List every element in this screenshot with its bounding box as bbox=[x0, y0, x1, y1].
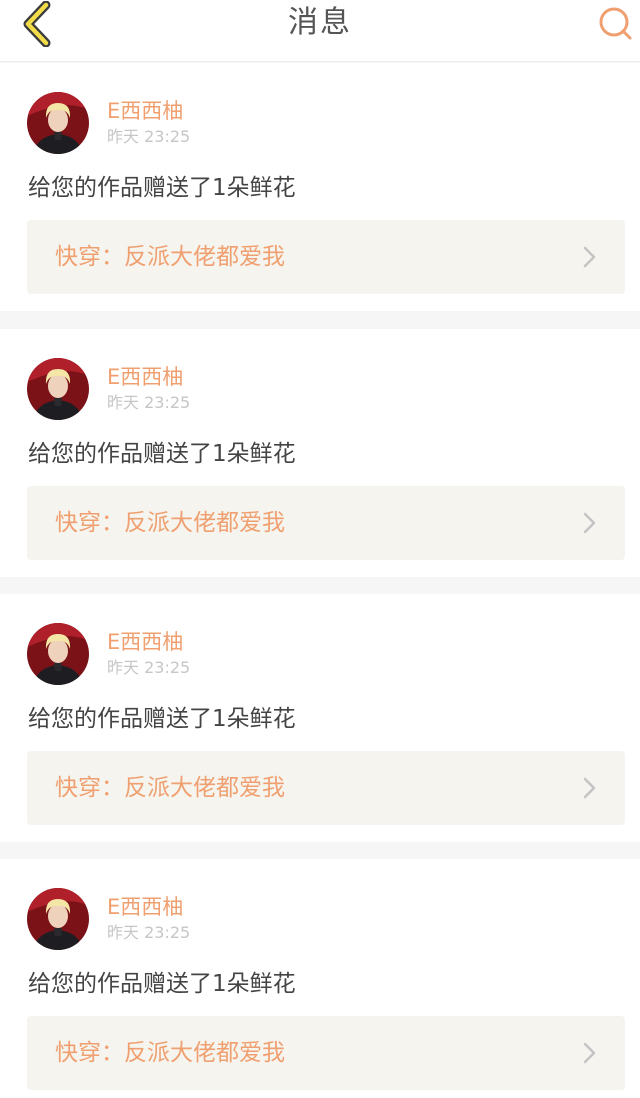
sender-name[interactable]: E西西柚 bbox=[107, 893, 183, 921]
message-time: 昨天 23:25 bbox=[107, 923, 191, 942]
work-link[interactable]: 快穿：反派大佬都爱我 bbox=[27, 1016, 625, 1090]
sender-name[interactable]: E西西柚 bbox=[107, 628, 183, 656]
work-title: 快穿：反派大佬都爱我 bbox=[55, 510, 285, 536]
message-time: 昨天 23:25 bbox=[107, 127, 191, 146]
chevron-right-icon bbox=[583, 246, 596, 268]
message-text: 给您的作品赠送了1朵鲜花 bbox=[28, 971, 296, 997]
avatar-image bbox=[27, 358, 89, 420]
avatar[interactable] bbox=[27, 92, 89, 154]
message-text: 给您的作品赠送了1朵鲜花 bbox=[28, 175, 296, 201]
message-time: 昨天 23:25 bbox=[107, 658, 191, 677]
avatar-image bbox=[27, 888, 89, 950]
message-text: 给您的作品赠送了1朵鲜花 bbox=[28, 706, 296, 732]
message-card: E西西柚 昨天 23:25 给您的作品赠送了1朵鲜花 快穿：反派大佬都爱我 bbox=[0, 63, 640, 311]
work-title: 快穿：反派大佬都爱我 bbox=[55, 1040, 285, 1066]
work-link[interactable]: 快穿：反派大佬都爱我 bbox=[27, 486, 625, 560]
search-icon bbox=[599, 7, 632, 40]
avatar-image bbox=[27, 92, 89, 154]
avatar-image bbox=[27, 623, 89, 685]
message-card: E西西柚 昨天 23:25 给您的作品赠送了1朵鲜花 快穿：反派大佬都爱我 bbox=[0, 594, 640, 842]
message-time: 昨天 23:25 bbox=[107, 393, 191, 412]
chevron-right-icon bbox=[583, 1042, 596, 1064]
avatar[interactable] bbox=[27, 623, 89, 685]
work-link[interactable]: 快穿：反派大佬都爱我 bbox=[27, 751, 625, 825]
sender-name[interactable]: E西西柚 bbox=[107, 363, 183, 391]
work-link[interactable]: 快穿：反派大佬都爱我 bbox=[27, 220, 625, 294]
work-title: 快穿：反派大佬都爱我 bbox=[55, 244, 285, 270]
message-text: 给您的作品赠送了1朵鲜花 bbox=[28, 441, 296, 467]
messages-screen: 消息 E西西柚 昨天 23:25 给您的作品赠送了1朵鲜花 快穿：反派大佬都爱我 bbox=[0, 0, 640, 1098]
message-card: E西西柚 昨天 23:25 给您的作品赠送了1朵鲜花 快穿：反派大佬都爱我 bbox=[0, 859, 640, 1098]
search-button[interactable] bbox=[594, 2, 638, 46]
avatar[interactable] bbox=[27, 888, 89, 950]
message-card: E西西柚 昨天 23:25 给您的作品赠送了1朵鲜花 快穿：反派大佬都爱我 bbox=[0, 329, 640, 577]
avatar[interactable] bbox=[27, 358, 89, 420]
chevron-right-icon bbox=[583, 777, 596, 799]
top-bar: 消息 bbox=[0, 0, 640, 62]
sender-name[interactable]: E西西柚 bbox=[107, 97, 183, 125]
page-title: 消息 bbox=[288, 5, 352, 40]
work-title: 快穿：反派大佬都爱我 bbox=[55, 775, 285, 801]
chevron-right-icon bbox=[583, 512, 596, 534]
